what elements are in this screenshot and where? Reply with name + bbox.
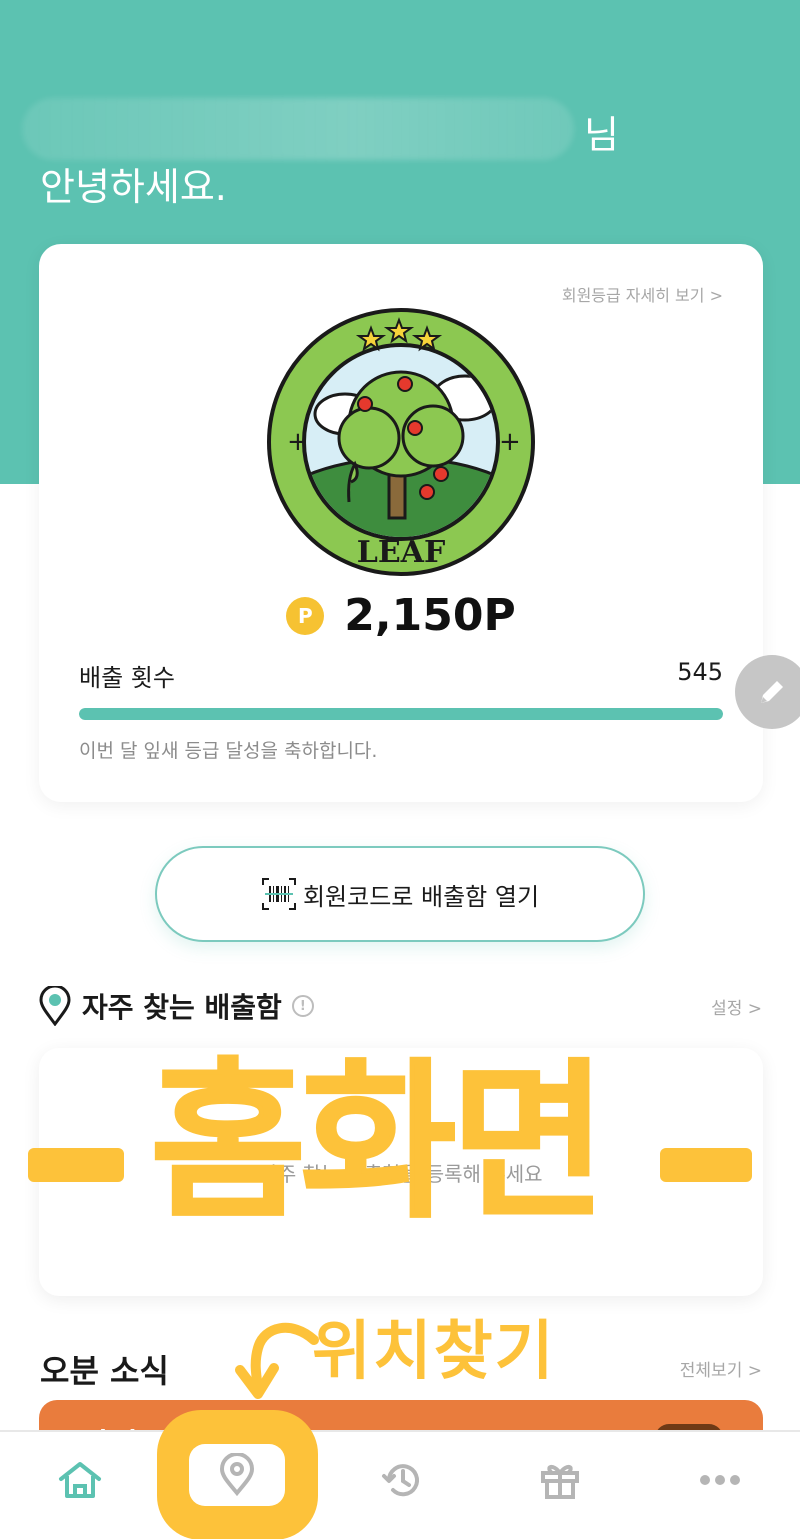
news-see-all-link[interactable]: 전체보기 > [680, 1356, 762, 1381]
home-icon [59, 1462, 101, 1498]
gift-icon [541, 1465, 579, 1499]
favorites-settings-link[interactable]: 설정 > [711, 994, 762, 1019]
news-title: 오분 소식 [40, 1352, 169, 1390]
favorites-title: 자주 찾는 배출함 [82, 991, 282, 1024]
nav-history[interactable] [362, 1450, 442, 1510]
info-icon[interactable]: ! [291, 995, 314, 1017]
more-icon [700, 1475, 740, 1485]
name-suffix: 님 [584, 113, 619, 157]
annotation-location-label: 위치찾기 [312, 1315, 556, 1389]
nav-location[interactable] [189, 1444, 285, 1506]
edit-button[interactable] [735, 655, 800, 729]
nav-gift[interactable] [520, 1450, 600, 1510]
grade-progress-fill [79, 708, 723, 720]
user-name-redacted [22, 98, 574, 160]
greeting-text: 안녕하세요. [40, 165, 227, 209]
points-row: P 2,150P [39, 590, 763, 641]
bottom-navigation [0, 1430, 800, 1539]
nav-more[interactable] [680, 1450, 760, 1510]
favorites-empty-text: 자주 찾는 배출함을 등록해 주세요 [259, 1162, 543, 1186]
disposal-count-label: 배출 횟수 [79, 664, 175, 692]
badge-label: LEAF [357, 535, 446, 570]
leaf-grade-badge: + + LEAF [267, 308, 535, 576]
svg-text:+: + [287, 427, 309, 457]
member-code-open-button[interactable]: 회원코드로 배출함 열기 [155, 846, 645, 942]
svg-text:+: + [499, 427, 521, 457]
grade-progress-bar [79, 708, 723, 720]
grade-detail-link[interactable]: 회원등급 자세히 보기 > [562, 282, 723, 306]
pencil-icon [761, 681, 783, 703]
history-icon [382, 1464, 419, 1497]
points-value: 2,150P [344, 590, 516, 641]
disposal-count-value: 545 [677, 658, 723, 686]
location-icon [219, 1453, 255, 1497]
points-coin-icon: P [286, 596, 325, 635]
favorites-header: 자주 찾는 배출함 ! [38, 986, 314, 1026]
location-pin-icon [39, 986, 71, 1026]
nav-home[interactable] [40, 1450, 120, 1510]
member-grade-card: 회원등급 자세히 보기 > + + LEAF P 2,150P 배출 횟수 54… [39, 244, 763, 802]
grade-message: 이번 달 잎새 등급 달성을 축하합니다. [79, 740, 378, 762]
barcode-icon [261, 878, 296, 910]
member-code-open-label: 회원코드로 배출함 열기 [302, 882, 540, 911]
annotation-arrow-icon [235, 1322, 319, 1399]
favorites-card: 자주 찾는 배출함을 등록해 주세요 [39, 1048, 763, 1296]
